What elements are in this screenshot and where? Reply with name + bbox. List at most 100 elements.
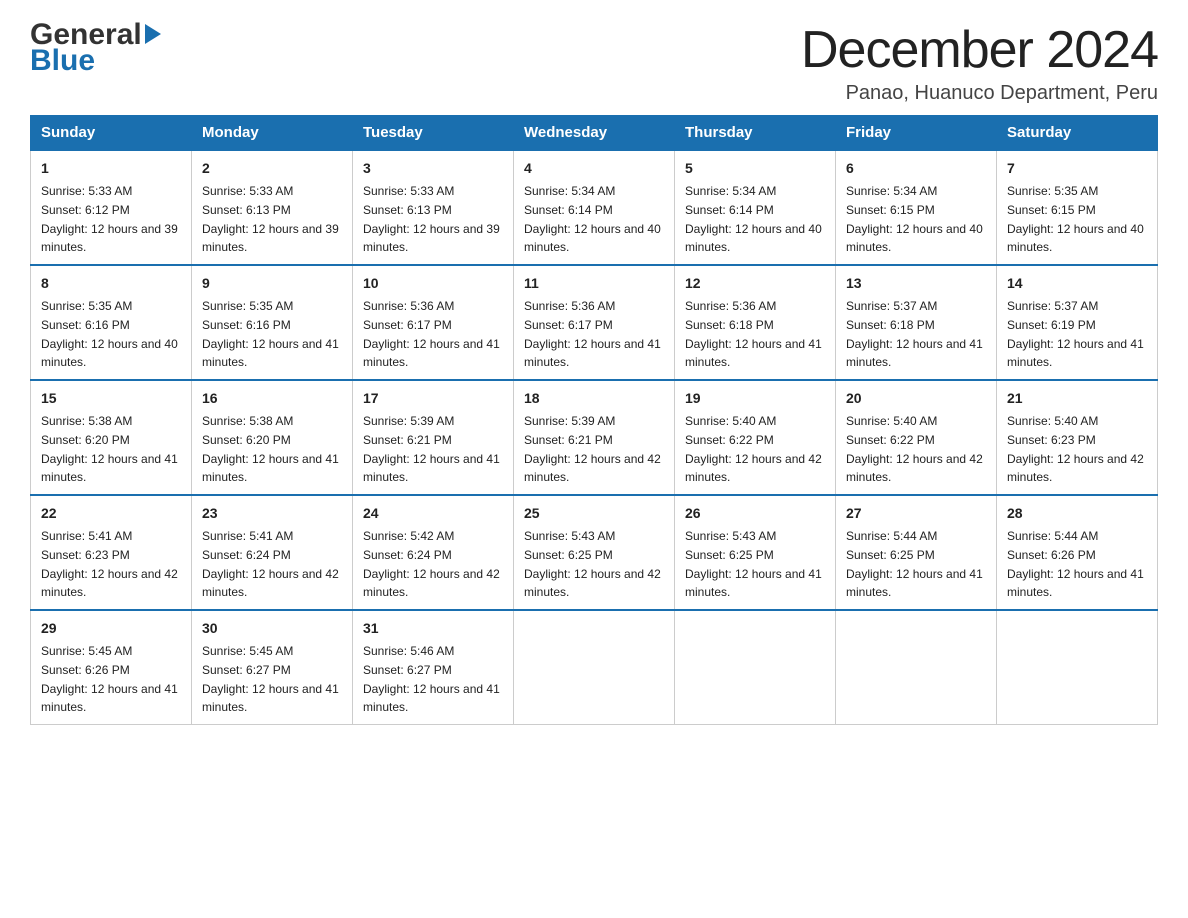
logo-blue-text: Blue <box>30 46 95 76</box>
calendar-cell: 6 Sunrise: 5:34 AMSunset: 6:15 PMDaylight… <box>836 150 997 265</box>
day-number: 28 <box>1007 503 1147 524</box>
day-number: 26 <box>685 503 825 524</box>
logo: General Blue <box>30 20 161 76</box>
day-info: Sunrise: 5:39 AMSunset: 6:21 PMDaylight:… <box>524 414 661 484</box>
calendar-cell: 2 Sunrise: 5:33 AMSunset: 6:13 PMDaylight… <box>192 150 353 265</box>
col-header-tuesday: Tuesday <box>353 116 514 151</box>
day-number: 25 <box>524 503 664 524</box>
col-header-monday: Monday <box>192 116 353 151</box>
day-number: 7 <box>1007 158 1147 179</box>
day-number: 17 <box>363 388 503 409</box>
title-block: December 2024 Panao, Huanuco Department,… <box>801 20 1158 105</box>
calendar-cell: 31Sunrise: 5:46 AMSunset: 6:27 PMDayligh… <box>353 610 514 725</box>
calendar-table: SundayMondayTuesdayWednesdayThursdayFrid… <box>30 115 1158 725</box>
day-number: 21 <box>1007 388 1147 409</box>
day-number: 1 <box>41 158 181 179</box>
calendar-cell: 21 Sunrise: 5:40 AMSunset: 6:23 PMDayligh… <box>997 380 1158 495</box>
day-number: 3 <box>363 158 503 179</box>
day-number: 4 <box>524 158 664 179</box>
day-info: Sunrise: 5:33 AMSunset: 6:12 PMDaylight:… <box>41 184 178 254</box>
day-info: Sunrise: 5:39 AMSunset: 6:21 PMDaylight:… <box>363 414 500 484</box>
day-info: Sunrise: 5:38 AMSunset: 6:20 PMDaylight:… <box>41 414 178 484</box>
day-info: Sunrise: 5:35 AMSunset: 6:15 PMDaylight:… <box>1007 184 1144 254</box>
calendar-cell <box>675 610 836 725</box>
calendar-cell: 16 Sunrise: 5:38 AMSunset: 6:20 PMDayligh… <box>192 380 353 495</box>
day-number: 13 <box>846 273 986 294</box>
calendar-cell: 13 Sunrise: 5:37 AMSunset: 6:18 PMDayligh… <box>836 265 997 380</box>
calendar-cell: 7 Sunrise: 5:35 AMSunset: 6:15 PMDaylight… <box>997 150 1158 265</box>
calendar-cell: 23 Sunrise: 5:41 AMSunset: 6:24 PMDayligh… <box>192 495 353 610</box>
day-info: Sunrise: 5:40 AMSunset: 6:22 PMDaylight:… <box>685 414 822 484</box>
calendar-cell: 9Sunrise: 5:35 AMSunset: 6:16 PMDaylight… <box>192 265 353 380</box>
day-info: Sunrise: 5:43 AMSunset: 6:25 PMDaylight:… <box>685 529 822 599</box>
calendar-cell: 11Sunrise: 5:36 AMSunset: 6:17 PMDayligh… <box>514 265 675 380</box>
calendar-week-4: 22Sunrise: 5:41 AMSunset: 6:23 PMDayligh… <box>31 495 1158 610</box>
day-number: 16 <box>202 388 342 409</box>
day-info: Sunrise: 5:38 AMSunset: 6:20 PMDaylight:… <box>202 414 339 484</box>
day-info: Sunrise: 5:34 AMSunset: 6:15 PMDaylight:… <box>846 184 983 254</box>
col-header-thursday: Thursday <box>675 116 836 151</box>
day-info: Sunrise: 5:33 AMSunset: 6:13 PMDaylight:… <box>202 184 339 254</box>
day-info: Sunrise: 5:41 AMSunset: 6:23 PMDaylight:… <box>41 529 178 599</box>
day-info: Sunrise: 5:43 AMSunset: 6:25 PMDaylight:… <box>524 529 661 599</box>
day-info: Sunrise: 5:41 AMSunset: 6:24 PMDaylight:… <box>202 529 339 599</box>
calendar-week-3: 15 Sunrise: 5:38 AMSunset: 6:20 PMDayligh… <box>31 380 1158 495</box>
day-number: 2 <box>202 158 342 179</box>
calendar-cell: 19 Sunrise: 5:40 AMSunset: 6:22 PMDayligh… <box>675 380 836 495</box>
calendar-cell: 10 Sunrise: 5:36 AMSunset: 6:17 PMDayligh… <box>353 265 514 380</box>
calendar-cell: 15 Sunrise: 5:38 AMSunset: 6:20 PMDayligh… <box>31 380 192 495</box>
day-number: 8 <box>41 273 181 294</box>
day-info: Sunrise: 5:35 AMSunset: 6:16 PMDaylight:… <box>202 299 339 369</box>
day-number: 24 <box>363 503 503 524</box>
calendar-cell: 20 Sunrise: 5:40 AMSunset: 6:22 PMDayligh… <box>836 380 997 495</box>
calendar-week-1: 1 Sunrise: 5:33 AMSunset: 6:12 PMDaylight… <box>31 150 1158 265</box>
calendar-header: SundayMondayTuesdayWednesdayThursdayFrid… <box>31 116 1158 151</box>
day-number: 20 <box>846 388 986 409</box>
day-info: Sunrise: 5:34 AMSunset: 6:14 PMDaylight:… <box>685 184 822 254</box>
day-number: 30 <box>202 618 342 639</box>
calendar-cell: 27Sunrise: 5:44 AMSunset: 6:25 PMDayligh… <box>836 495 997 610</box>
col-header-friday: Friday <box>836 116 997 151</box>
day-info: Sunrise: 5:40 AMSunset: 6:22 PMDaylight:… <box>846 414 983 484</box>
page-subtitle: Panao, Huanuco Department, Peru <box>801 82 1158 105</box>
day-number: 19 <box>685 388 825 409</box>
calendar-cell: 5 Sunrise: 5:34 AMSunset: 6:14 PMDaylight… <box>675 150 836 265</box>
day-number: 12 <box>685 273 825 294</box>
day-info: Sunrise: 5:36 AMSunset: 6:17 PMDaylight:… <box>363 299 500 369</box>
day-number: 15 <box>41 388 181 409</box>
calendar-cell: 26 Sunrise: 5:43 AMSunset: 6:25 PMDayligh… <box>675 495 836 610</box>
calendar-cell <box>836 610 997 725</box>
calendar-cell: 24 Sunrise: 5:42 AMSunset: 6:24 PMDayligh… <box>353 495 514 610</box>
day-info: Sunrise: 5:35 AMSunset: 6:16 PMDaylight:… <box>41 299 178 369</box>
day-number: 27 <box>846 503 986 524</box>
day-info: Sunrise: 5:45 AMSunset: 6:27 PMDaylight:… <box>202 644 339 714</box>
calendar-cell: 1 Sunrise: 5:33 AMSunset: 6:12 PMDaylight… <box>31 150 192 265</box>
day-info: Sunrise: 5:36 AMSunset: 6:17 PMDaylight:… <box>524 299 661 369</box>
calendar-cell: 30 Sunrise: 5:45 AMSunset: 6:27 PMDayligh… <box>192 610 353 725</box>
day-info: Sunrise: 5:37 AMSunset: 6:18 PMDaylight:… <box>846 299 983 369</box>
calendar-cell: 22Sunrise: 5:41 AMSunset: 6:23 PMDayligh… <box>31 495 192 610</box>
calendar-cell <box>997 610 1158 725</box>
calendar-cell: 4 Sunrise: 5:34 AMSunset: 6:14 PMDaylight… <box>514 150 675 265</box>
day-info: Sunrise: 5:33 AMSunset: 6:13 PMDaylight:… <box>363 184 500 254</box>
day-number: 10 <box>363 273 503 294</box>
day-number: 29 <box>41 618 181 639</box>
day-number: 23 <box>202 503 342 524</box>
day-number: 31 <box>363 618 503 639</box>
calendar-cell: 17 Sunrise: 5:39 AMSunset: 6:21 PMDayligh… <box>353 380 514 495</box>
calendar-cell: 8 Sunrise: 5:35 AMSunset: 6:16 PMDaylight… <box>31 265 192 380</box>
col-header-wednesday: Wednesday <box>514 116 675 151</box>
day-info: Sunrise: 5:37 AMSunset: 6:19 PMDaylight:… <box>1007 299 1144 369</box>
calendar-week-2: 8 Sunrise: 5:35 AMSunset: 6:16 PMDaylight… <box>31 265 1158 380</box>
day-number: 5 <box>685 158 825 179</box>
page-header: General Blue December 2024 Panao, Huanuc… <box>30 20 1158 105</box>
day-info: Sunrise: 5:45 AMSunset: 6:26 PMDaylight:… <box>41 644 178 714</box>
calendar-cell: 3 Sunrise: 5:33 AMSunset: 6:13 PMDaylight… <box>353 150 514 265</box>
calendar-week-5: 29 Sunrise: 5:45 AMSunset: 6:26 PMDayligh… <box>31 610 1158 725</box>
day-info: Sunrise: 5:42 AMSunset: 6:24 PMDaylight:… <box>363 529 500 599</box>
day-number: 6 <box>846 158 986 179</box>
calendar-cell: 29 Sunrise: 5:45 AMSunset: 6:26 PMDayligh… <box>31 610 192 725</box>
col-header-sunday: Sunday <box>31 116 192 151</box>
day-info: Sunrise: 5:40 AMSunset: 6:23 PMDaylight:… <box>1007 414 1144 484</box>
day-info: Sunrise: 5:34 AMSunset: 6:14 PMDaylight:… <box>524 184 661 254</box>
